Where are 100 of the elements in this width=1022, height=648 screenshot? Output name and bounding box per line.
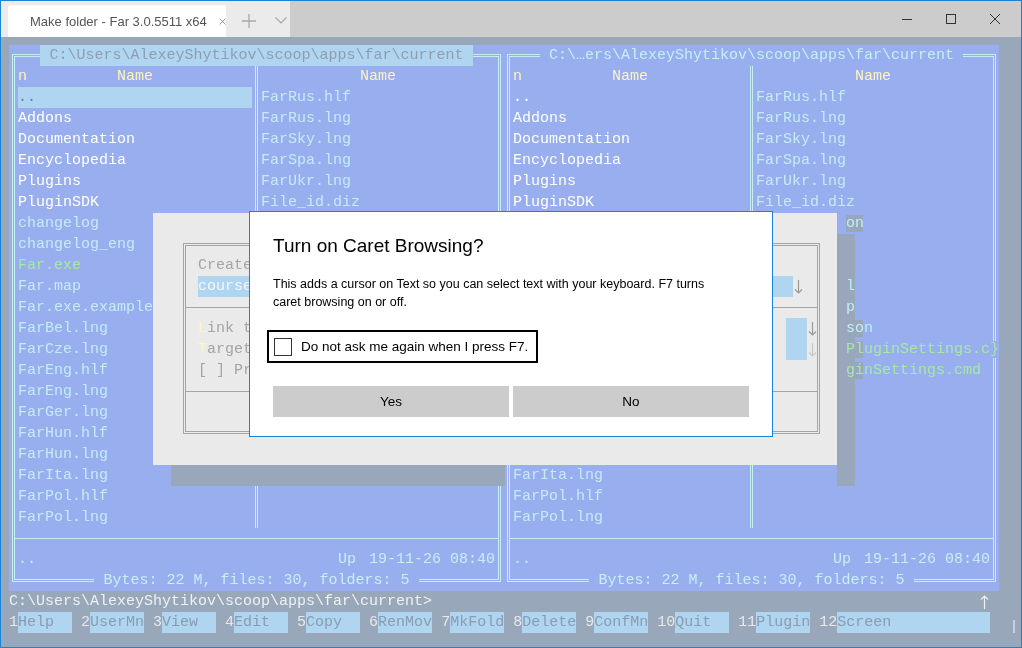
file-row[interactable]: changelog_eng [18,234,136,255]
function-key[interactable]: Help [18,612,72,633]
checkbox-option[interactable]: [ ] Pr [198,360,252,381]
window-tab[interactable]: Make folder - Far 3.0.5511 x64 [8,5,226,37]
file-row[interactable]: FarGer.lng [18,402,108,423]
file-row[interactable]: FarSky.lng [756,129,846,150]
dialog-button[interactable]: No [513,386,749,417]
file-row[interactable]: FarEng.hlf [18,360,108,381]
file-row[interactable]: Addons [18,108,72,129]
file-row[interactable]: Addons [513,108,567,129]
file-row[interactable]: Far.exe [18,255,81,276]
file-row[interactable]: FarPol.lng [18,507,108,528]
function-key[interactable]: Screen [837,612,990,633]
file-row[interactable]: Plugins [18,171,81,192]
function-key[interactable]: ConfMn [594,612,649,633]
arrow-down-icon[interactable] [808,342,817,357]
function-key[interactable]: MkFold [450,612,505,633]
key-number: 8 [513,613,523,633]
file-row[interactable]: FarSky.lng [261,129,351,150]
input-field[interactable] [786,318,807,339]
file-row[interactable]: FarBel.lng [18,318,108,339]
function-key[interactable]: Edit [234,612,289,633]
file-row[interactable]: FarEng.lng [18,381,108,402]
key-number: 10 [657,613,676,633]
chevron-down-icon[interactable] [275,17,287,24]
file-row[interactable]: FarRus.lng [756,108,846,129]
file-row[interactable]: son [846,320,873,337]
file-row[interactable]: Documentation [18,129,136,150]
sort-mode: n [18,67,27,87]
key-number: 6 [369,613,379,633]
info-name: .. [18,550,36,570]
file-row[interactable]: FarCze.lng [18,339,108,360]
maximize-icon[interactable] [946,14,956,24]
checkbox-row[interactable]: Do not ask me again when I press F7. [267,330,538,363]
file-row[interactable]: FarRus.lng [261,108,351,129]
checkbox-label: Do not ask me again when I press F7. [301,339,529,354]
key-number: 7 [441,613,451,633]
function-key[interactable]: UserMn [90,612,145,633]
file-row[interactable]: .. [513,87,531,108]
key-number: 11 [738,613,757,633]
file-row[interactable]: FarUkr.lng [756,171,846,192]
function-key[interactable]: Delete [522,612,577,633]
dialog-title: Turn on Caret Browsing? [273,234,485,258]
info-type: Up [337,550,356,570]
function-key[interactable]: View [162,612,217,633]
file-row[interactable]: Plugins [513,171,576,192]
file-row[interactable]: FarRus.hlf [261,87,351,108]
function-key[interactable]: RenMov [378,612,433,633]
file-row[interactable]: Far.exe.example [18,297,154,318]
file-row[interactable]: FarSpa.lng [261,150,351,171]
file-row[interactable]: PluginSDK [18,192,99,213]
info-date: 19-11-26 08:40 [368,550,495,570]
file-row[interactable]: Encyclopedia [513,150,622,171]
file-row[interactable]: File_id.diz [756,192,856,213]
tab-title: Make folder - Far 3.0.5511 x64 [30,13,207,29]
function-key[interactable]: Quit [675,612,730,633]
function-key[interactable]: Copy [306,612,361,633]
input-field[interactable] [786,339,807,360]
file-row[interactable]: Encyclopedia [18,150,127,171]
file-row[interactable]: FarPol.hlf [18,486,108,507]
file-row[interactable]: FarHun.hlf [18,423,108,444]
file-row[interactable]: FarRus.hlf [756,87,846,108]
column-header: Name [854,67,892,87]
file-row[interactable]: Far.map [18,276,81,297]
dialog-label: Target [198,340,253,360]
dialog-message: This adds a cursor on Text so you can select text with your keyboard. F7 turns caret browsing on or off. [273,276,706,311]
scrollbar[interactable] [1013,620,1015,633]
key-number: 1 [9,613,18,633]
file-row[interactable]: FarHun.lng [18,444,108,465]
command-prompt[interactable]: C:\Users\AlexeyShytikov\scoop\apps\far\current> [9,591,433,612]
plus-icon[interactable] [242,14,256,28]
file-row[interactable]: Documentation [513,129,631,150]
file-row[interactable]: File_id.diz [261,192,361,213]
file-row[interactable]: on [846,215,864,232]
dialog-button[interactable]: Yes [273,386,509,417]
function-key[interactable]: Plugin [756,612,811,633]
file-row[interactable]: FarUkr.lng [261,171,351,192]
file-row[interactable]: FarPol.lng [513,507,603,528]
sort-mode: n [513,67,522,87]
file-row[interactable]: ginSettings.cmd [846,362,982,379]
key-number: 3 [153,613,163,633]
column-header: Name [116,67,154,87]
info-type: Up [832,550,851,570]
file-row[interactable]: FarIta.lng [18,465,108,486]
close-icon[interactable] [990,14,1000,24]
dialog-label: Create [198,256,252,276]
file-row[interactable]: changelog [18,213,99,234]
file-row[interactable]: PluginSDK [513,192,594,213]
file-row[interactable]: FarIta.lng [513,465,603,486]
checkbox[interactable] [274,337,292,356]
panel-path: C:\Users\AlexeyShytikov\scoop\apps\far\current [40,45,473,66]
key-number: 4 [225,613,235,633]
arrow-down-icon[interactable] [808,321,817,336]
key-number: 12 [819,613,838,633]
file-row[interactable]: .. [18,87,252,108]
arrow-down-icon[interactable] [794,279,803,294]
file-row[interactable]: FarPol.hlf [513,486,603,507]
file-row[interactable]: PluginSettings.c} [846,341,1000,358]
arrow-up-icon [980,594,989,609]
file-row[interactable]: FarSpa.lng [756,150,846,171]
